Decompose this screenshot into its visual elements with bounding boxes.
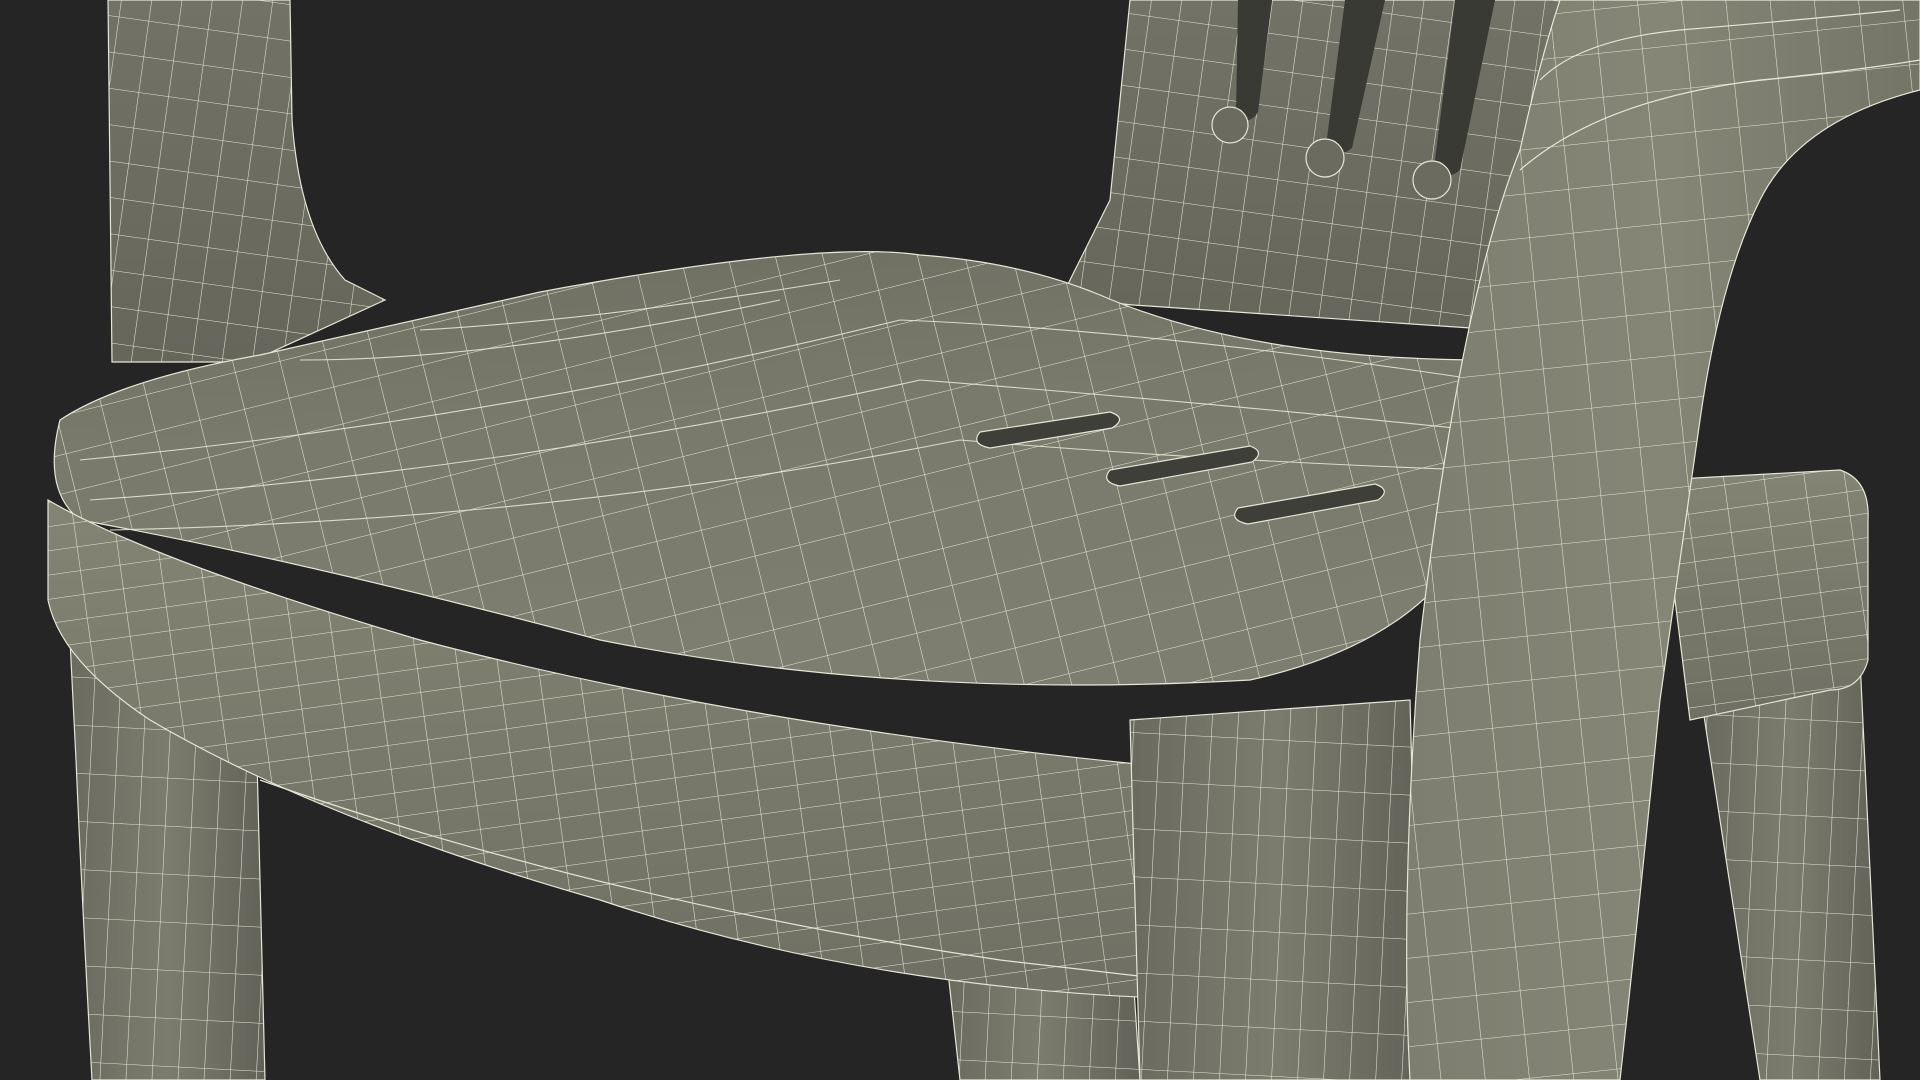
right-side-rail	[1659, 469, 1869, 721]
render-viewport	[0, 0, 1920, 1080]
front-right-leg	[1129, 699, 1421, 1080]
chair-render	[47, 0, 1920, 1080]
